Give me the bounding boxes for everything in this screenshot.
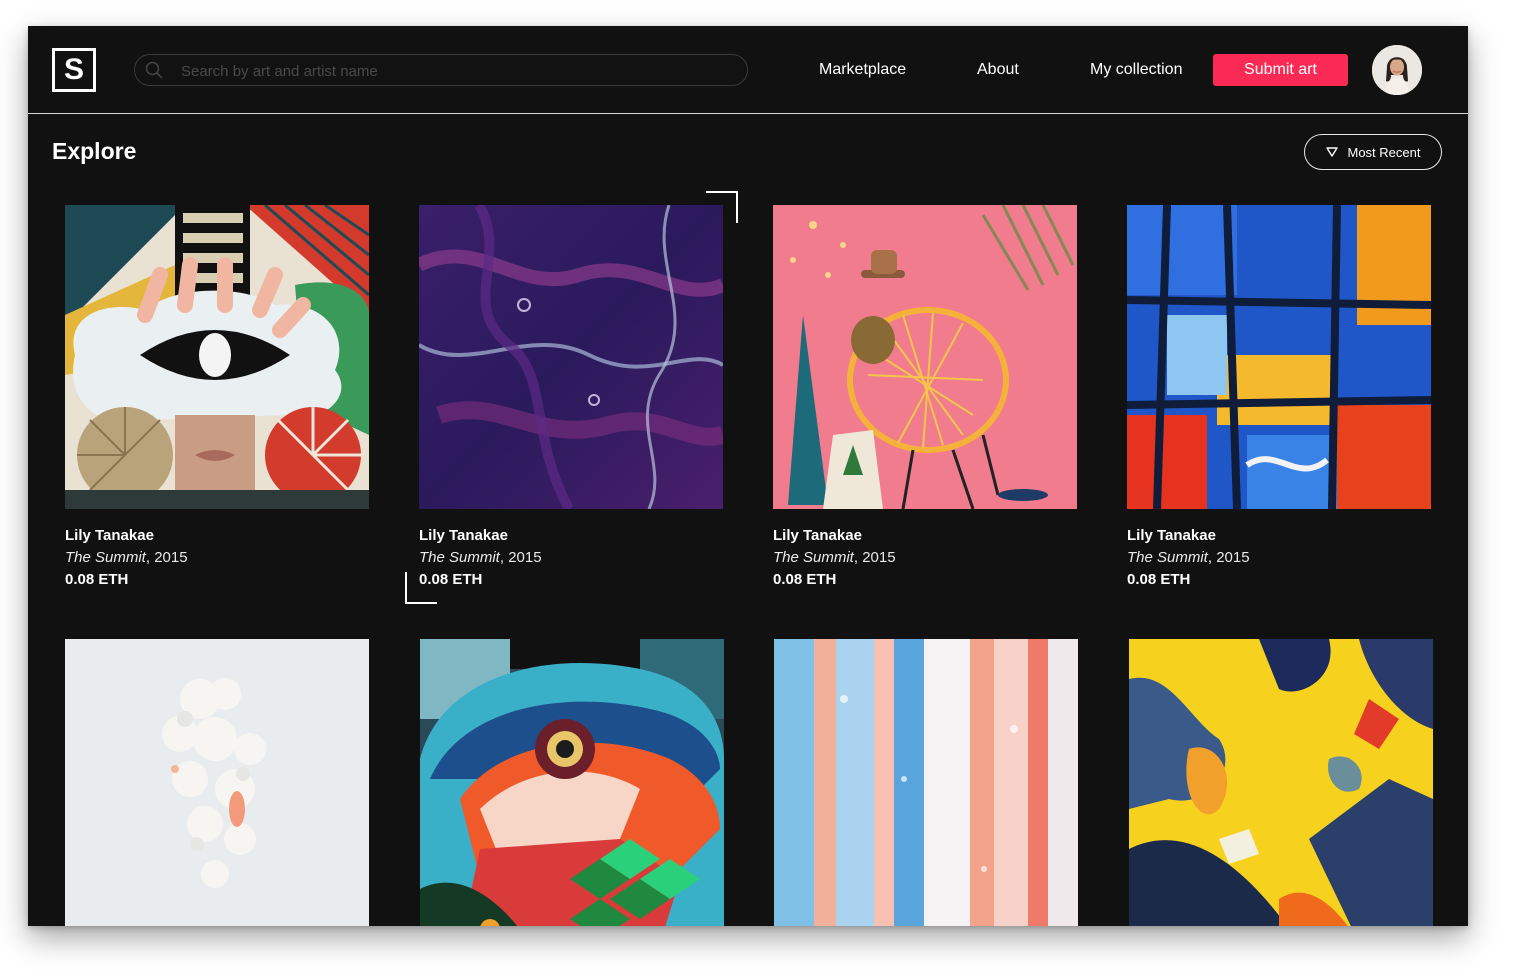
artwork-title: The Summit	[1127, 549, 1208, 566]
search-bar[interactable]	[134, 54, 748, 87]
artwork-image-blue-red-abstract[interactable]	[1127, 205, 1431, 509]
artwork-image-eye-collage[interactable]	[65, 205, 369, 509]
artwork-title: The Summit	[65, 549, 146, 566]
artwork-title-year: The Summit, 2015	[65, 547, 369, 569]
artist-name: Lily Tanakae	[419, 527, 508, 544]
selection-corner-top-right	[706, 191, 738, 223]
artwork-meta: Lily Tanakae The Summit, 2015 0.08 ETH	[1127, 525, 1431, 591]
artwork-meta: Lily Tanakae The Summit, 2015 0.08 ETH	[773, 525, 1077, 591]
artist-name: Lily Tanakae	[65, 527, 154, 544]
submit-art-button[interactable]: Submit art	[1213, 54, 1348, 86]
app-window: S Marketplace About My collection Submit…	[28, 26, 1468, 926]
artwork-meta: Lily Tanakae The Summit, 2015 0.08 ETH	[419, 525, 723, 591]
site-logo[interactable]: S	[52, 48, 96, 92]
user-avatar[interactable]	[1372, 45, 1422, 95]
artwork-year: , 2015	[1207, 549, 1250, 566]
artwork-image-purple-marble[interactable]	[419, 205, 723, 509]
avatar-portrait-icon	[1372, 45, 1422, 95]
artwork-meta: Lily Tanakae The Summit, 2015 0.08 ETH	[65, 525, 369, 591]
artwork-price: 0.08 ETH	[1127, 571, 1191, 588]
nav-my-collection[interactable]: My collection	[1090, 61, 1182, 79]
artwork-year: , 2015	[499, 549, 542, 566]
artwork-price: 0.08 ETH	[773, 571, 837, 588]
nav-about[interactable]: About	[977, 61, 1019, 79]
artwork-year: , 2015	[145, 549, 188, 566]
artwork-price: 0.08 ETH	[419, 571, 483, 588]
top-navigation-bar: S Marketplace About My collection Submit…	[28, 26, 1468, 114]
page-title: Explore	[52, 138, 137, 164]
artwork-title: The Summit	[773, 549, 854, 566]
logo-letter: S	[63, 53, 84, 86]
triangle-down-icon	[1325, 147, 1338, 157]
artwork-image-white-flowers[interactable]	[65, 639, 369, 926]
search-icon	[145, 61, 163, 79]
artwork-image-yellow-abstract[interactable]	[1129, 639, 1433, 926]
artist-name: Lily Tanakae	[1127, 527, 1216, 544]
sort-dropdown[interactable]: Most Recent	[1304, 134, 1442, 170]
artwork-year: , 2015	[853, 549, 896, 566]
selection-corner-bottom-left	[405, 572, 437, 604]
artist-name: Lily Tanakae	[773, 527, 862, 544]
search-input[interactable]	[179, 55, 723, 87]
artwork-image-pastel-drip[interactable]	[774, 639, 1078, 926]
nav-marketplace[interactable]: Marketplace	[819, 61, 906, 79]
artwork-price: 0.08 ETH	[65, 571, 129, 588]
sort-label: Most Recent	[1347, 144, 1421, 160]
artwork-image-colorful-bird[interactable]	[420, 639, 724, 926]
artwork-title-year: The Summit, 2015	[773, 547, 1077, 569]
artwork-image-pink-chair[interactable]	[773, 205, 1077, 509]
artwork-title-year: The Summit, 2015	[419, 547, 723, 569]
artwork-title: The Summit	[419, 549, 500, 566]
artwork-title-year: The Summit, 2015	[1127, 547, 1431, 569]
